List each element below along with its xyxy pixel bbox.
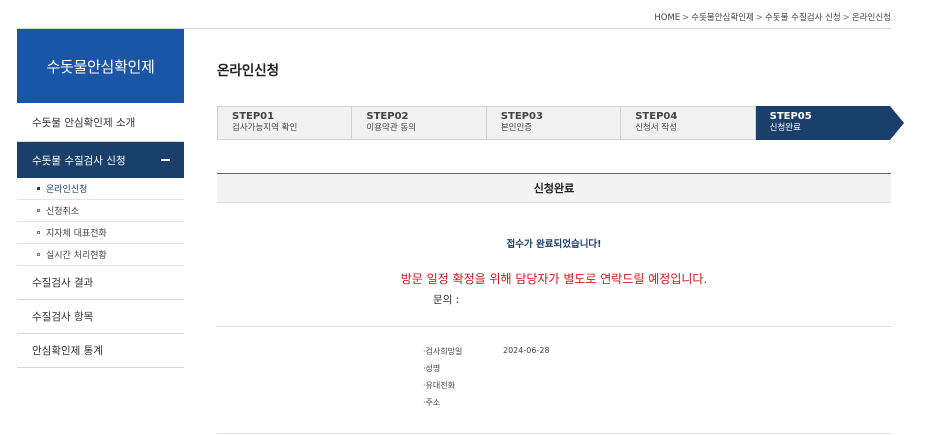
sidebar-title: 수돗물안심확인제 [17,29,184,103]
page-title: 온라인신청 [217,63,280,79]
breadcrumb-home[interactable]: HOME [654,13,680,23]
breadcrumb-separator: > [842,13,850,23]
breadcrumb-current: 온라인신청 [851,13,891,23]
breadcrumb-item[interactable]: 수돗물 수질검사 신청 [765,13,841,23]
bottom-divider [217,433,891,434]
step-indicator: STEP01 검사가능지역 확인 STEP02 이용약관 동의 STEP03 본… [217,106,905,140]
completion-message: 접수가 완료되었습니다! [506,239,602,250]
step-2: STEP02 이용약관 동의 [352,106,487,140]
breadcrumb-separator: > [755,13,763,23]
bullet-icon [37,253,40,256]
application-summary: ·검사희망일 2024-06-28 ·성명 ·유대전화 ·주소 [423,346,550,414]
bullet-icon [37,187,40,190]
submenu-item-status[interactable]: 실시간 처리현황 [17,244,184,266]
collapse-icon [161,159,170,161]
contact-notice: 방문 일정 확정을 위해 담당자가 별도로 연락드릴 예정입니다. [400,272,708,286]
sidebar-item-stats[interactable]: 안심확인제 통계 [17,334,184,368]
bullet-icon [37,231,40,234]
summary-key: ·유대전화 [423,381,455,390]
step-label: 신청서 작성 [635,123,678,133]
submenu-item-cancel[interactable]: 신청취소 [17,200,184,222]
sidebar-item-label: 안심확인제 통계 [32,345,103,357]
submenu-item-label: 실시간 처리현황 [46,251,107,261]
summary-key: ·성명 [423,364,441,373]
step-number: STEP04 [635,111,678,122]
bullet-icon [37,209,40,212]
submenu-item-label: 지자체 대표전화 [46,229,107,239]
step-label: 본인인증 [500,123,533,133]
sidebar-item-apply[interactable]: 수돗물 수질검사 신청 [17,142,184,178]
submenu-item-online[interactable]: 온라인신청 [17,178,184,200]
sidebar-item-label: 수질검사 결과 [32,277,94,289]
step-3: STEP03 본인인증 [486,106,622,140]
step-number: STEP05 [769,111,812,122]
step-number: STEP02 [366,111,409,122]
inquiry-label: 문의 : [433,294,460,306]
submenu-item-label: 신청취소 [46,207,80,217]
summary-key: ·검사희망일 [423,347,463,356]
step-number: STEP03 [500,111,543,122]
breadcrumb-item[interactable]: 수돗물안심확인제 [691,13,754,23]
step-number: STEP01 [232,111,275,122]
sidebar-item-label: 수돗물 안심확인제 소개 [32,116,136,129]
submenu-item-phone[interactable]: 지자체 대표전화 [17,222,184,244]
breadcrumb: HOME > 수돗물안심확인제 > 수돗물 수질검사 신청 > 온라인신청 [654,11,891,23]
sidebar-item-results[interactable]: 수질검사 결과 [17,266,184,300]
summary-row-name: ·성명 [423,363,550,380]
sidebar-item-intro[interactable]: 수돗물 안심확인제 소개 [17,103,184,142]
sidebar-submenu: 온라인신청 신청취소 지자체 대표전화 실시간 처리현황 [17,178,184,266]
summary-row-phone: ·유대전화 [423,380,550,397]
summary-value: 2024-06-28 [503,346,550,355]
submenu-item-label: 온라인신청 [46,185,88,195]
step-label: 신청완료 [769,123,801,133]
summary-row-address: ·주소 [423,397,550,414]
section-divider [217,326,891,327]
sidebar-item-test-items[interactable]: 수질검사 항목 [17,300,184,334]
step-1: STEP01 검사가능지역 확인 [217,106,353,140]
summary-key: ·주소 [423,398,441,407]
breadcrumb-separator: > [682,13,690,23]
step-label: 검사가능지역 확인 [232,123,298,133]
sidebar-item-label: 수돗물 수질검사 신청 [32,154,126,167]
sidebar-item-label: 수질검사 항목 [32,311,94,323]
step-5-current: STEP05 신청완료 [755,106,905,140]
step-4: STEP04 신청서 작성 [621,106,756,140]
sidebar: 수돗물안심확인제 수돗물 안심확인제 소개 수돗물 수질검사 신청 온라인신청 … [17,29,184,368]
step-label: 이용약관 동의 [366,123,417,133]
sidebar-menu: 수돗물 안심확인제 소개 수돗물 수질검사 신청 온라인신청 신청취소 지자체 … [17,103,184,368]
summary-row-date: ·검사희망일 2024-06-28 [423,346,550,363]
result-heading: 신청완료 [217,173,891,203]
